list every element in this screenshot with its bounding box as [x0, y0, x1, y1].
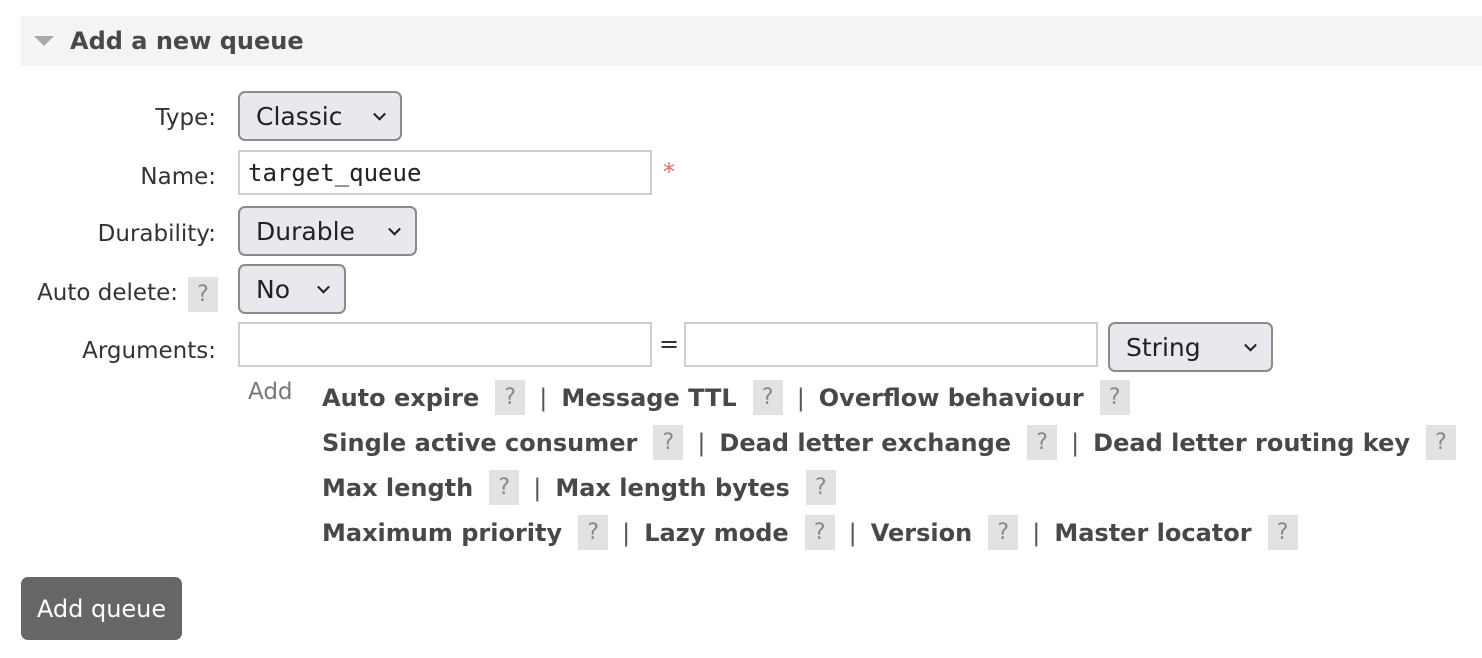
version-help-button[interactable]: ? [988, 515, 1019, 550]
durability-label: Durability: [97, 221, 216, 247]
collapse-triangle-icon[interactable] [34, 36, 54, 46]
arg-link-single-active-consumer[interactable]: Single active consumer [322, 429, 637, 457]
separator: | [622, 518, 631, 547]
durability-select[interactable]: Durable [238, 206, 417, 256]
section-header[interactable]: Add a new queue [21, 16, 1482, 66]
argument-shortcut-row-2: Single active consumer ? | Dead letter e… [322, 425, 1456, 460]
chevron-down-icon [1244, 338, 1257, 352]
argument-type-select-value: String [1126, 332, 1201, 362]
master-locator-help-button[interactable]: ? [1267, 515, 1298, 550]
arg-link-lazy-mode[interactable]: Lazy mode [644, 519, 788, 547]
arg-link-auto-expire[interactable]: Auto expire [322, 384, 479, 412]
type-label: Type: [155, 105, 216, 131]
section-title: Add a new queue [70, 27, 304, 55]
lazy-mode-help-button[interactable]: ? [804, 515, 835, 550]
argument-shortcut-row-4: Maximum priority ? | Lazy mode ? | Versi… [322, 515, 1298, 550]
max-length-bytes-help-button[interactable]: ? [805, 470, 836, 505]
separator: | [1032, 518, 1041, 547]
arg-link-overflow-behaviour[interactable]: Overflow behaviour [819, 384, 1084, 412]
single-active-consumer-help-button[interactable]: ? [653, 425, 684, 460]
arg-link-master-locator[interactable]: Master locator [1054, 519, 1251, 547]
chevron-down-icon [388, 222, 401, 236]
type-select[interactable]: Classic [238, 91, 402, 141]
chevron-down-icon [373, 107, 386, 121]
auto-delete-select[interactable]: No [238, 264, 346, 314]
auto-delete-label: Auto delete: [37, 280, 178, 306]
auto-delete-help-button[interactable]: ? [188, 277, 218, 312]
equals-sign: = [659, 330, 680, 358]
overflow-behaviour-help-button[interactable]: ? [1099, 380, 1130, 415]
name-label: Name: [140, 164, 216, 190]
argument-key-input[interactable] [238, 322, 652, 367]
arguments-label: Arguments: [82, 338, 216, 364]
add-argument-label: Add [248, 379, 293, 405]
name-input[interactable] [238, 150, 652, 195]
separator: | [539, 383, 548, 412]
argument-type-select[interactable]: String [1108, 322, 1273, 372]
durability-select-value: Durable [256, 216, 355, 246]
arg-link-max-length[interactable]: Max length [322, 474, 473, 502]
arg-link-maximum-priority[interactable]: Maximum priority [322, 519, 562, 547]
auto-delete-select-value: No [256, 274, 290, 304]
argument-value-input[interactable] [684, 322, 1098, 367]
separator: | [1071, 428, 1080, 457]
add-queue-button[interactable]: Add queue [21, 577, 182, 640]
separator: | [848, 518, 857, 547]
arg-link-message-ttl[interactable]: Message TTL [561, 384, 736, 412]
separator: | [533, 473, 542, 502]
type-select-value: Classic [256, 101, 343, 131]
arg-link-dead-letter-exchange[interactable]: Dead letter exchange [719, 429, 1011, 457]
arg-link-dead-letter-routing-key[interactable]: Dead letter routing key [1093, 429, 1410, 457]
message-ttl-help-button[interactable]: ? [752, 380, 783, 415]
argument-shortcut-row-1: Auto expire ? | Message TTL ? | Overflow… [322, 380, 1130, 415]
required-marker: * [663, 158, 675, 186]
arg-link-max-length-bytes[interactable]: Max length bytes [555, 474, 789, 502]
auto-expire-help-button[interactable]: ? [495, 380, 526, 415]
dead-letter-routing-key-help-button[interactable]: ? [1426, 425, 1456, 460]
separator: | [697, 428, 706, 457]
max-length-help-button[interactable]: ? [489, 470, 520, 505]
chevron-down-icon [317, 280, 330, 294]
dead-letter-exchange-help-button[interactable]: ? [1027, 425, 1058, 460]
separator: | [796, 383, 805, 412]
maximum-priority-help-button[interactable]: ? [578, 515, 609, 550]
argument-shortcut-row-3: Max length ? | Max length bytes ? [322, 470, 836, 505]
arg-link-version[interactable]: Version [871, 519, 972, 547]
